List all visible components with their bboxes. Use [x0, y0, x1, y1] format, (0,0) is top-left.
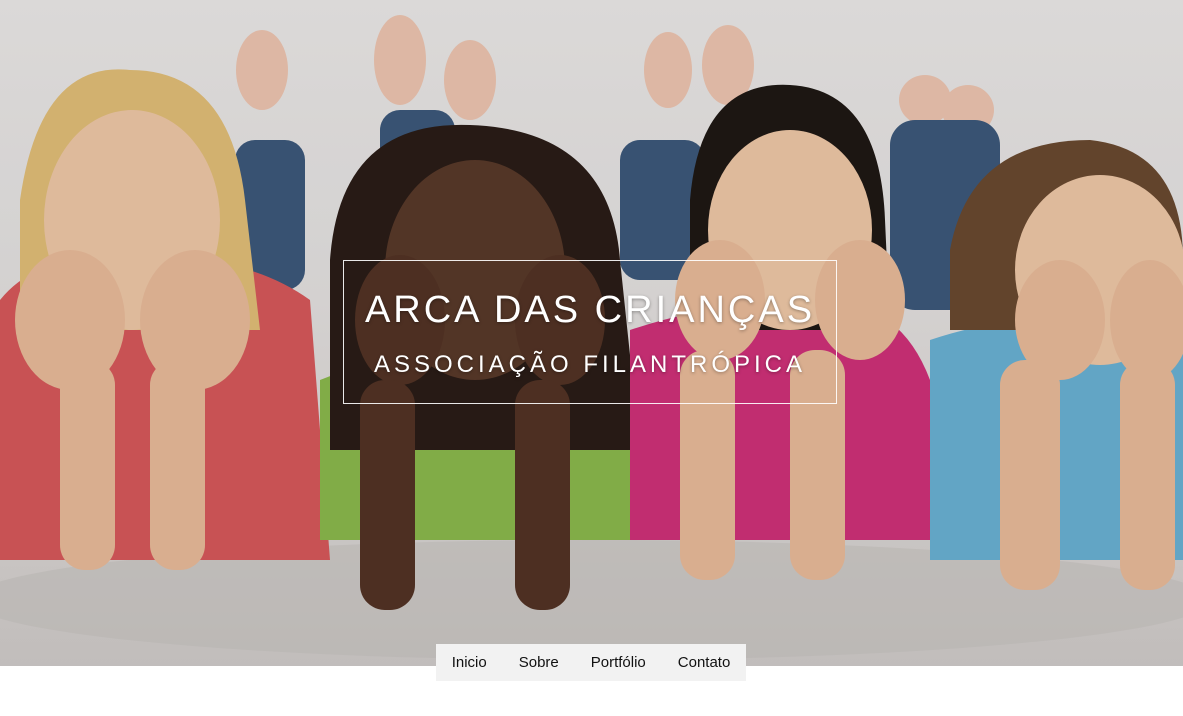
nav-item-inicio[interactable]: Inicio [436, 644, 503, 681]
site-title: ARCA DAS CRIANÇAS [364, 289, 816, 331]
nav-item-portfolio[interactable]: Portfólio [575, 644, 662, 681]
site-subtitle: ASSOCIAÇÃO FILANTRÓPICA [373, 351, 807, 378]
nav-item-sobre[interactable]: Sobre [503, 644, 575, 681]
hero-title-box: ARCA DAS CRIANÇAS ASSOCIAÇÃO FILANTRÓPIC… [343, 260, 837, 404]
hero-banner: ARCA DAS CRIANÇAS ASSOCIAÇÃO FILANTRÓPIC… [0, 0, 1183, 666]
main-nav: Inicio Sobre Portfólio Contato [436, 644, 746, 681]
nav-item-contato[interactable]: Contato [662, 644, 747, 681]
